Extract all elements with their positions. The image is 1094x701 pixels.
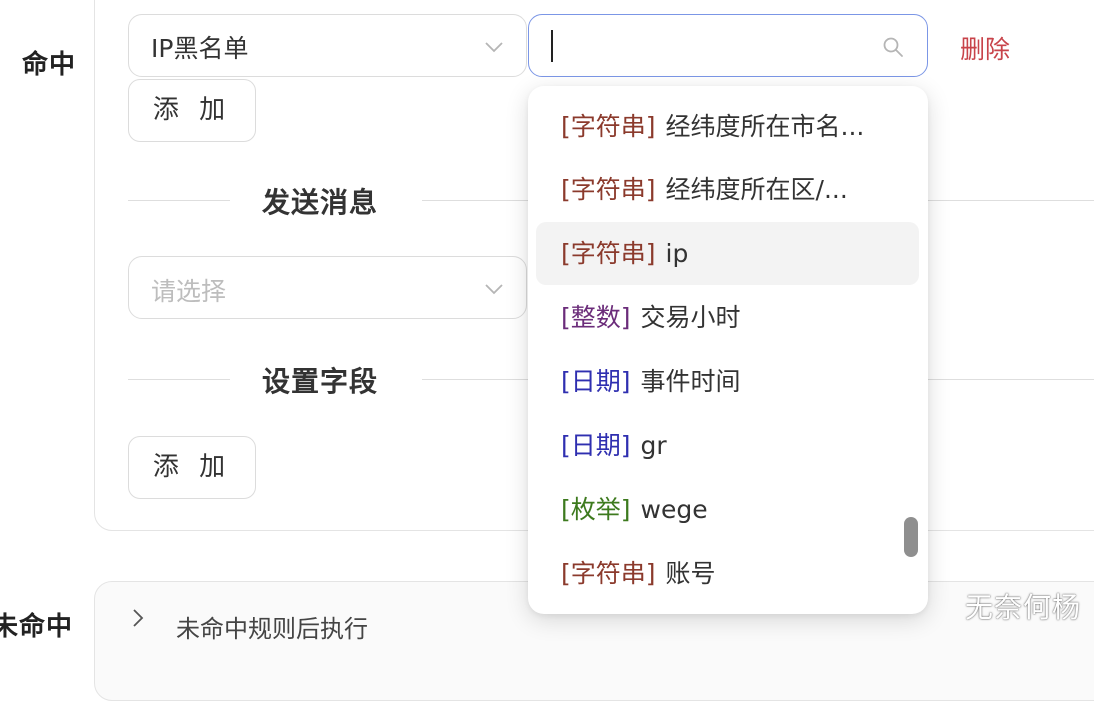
option-type-tag: [日期] bbox=[561, 431, 631, 460]
add-field-button[interactable]: 添 加 bbox=[128, 436, 256, 499]
option-type-tag: [字符串] bbox=[561, 559, 656, 588]
hit-label: 命中 bbox=[22, 50, 77, 80]
dropdown-option[interactable]: [字符串] 经纬度所在区/... bbox=[536, 158, 919, 221]
option-name: 事件时间 bbox=[640, 367, 741, 396]
condition-type-value: IP黑名单 bbox=[151, 34, 249, 63]
delete-condition-link[interactable]: 删除 bbox=[960, 30, 1010, 66]
option-type-tag: [字符串] bbox=[561, 175, 656, 204]
divider-left bbox=[128, 200, 230, 201]
condition-type-select[interactable]: IP黑名单 bbox=[128, 14, 527, 77]
chevron-down-icon bbox=[485, 42, 503, 53]
message-select[interactable]: 请选择 bbox=[128, 256, 527, 319]
option-name: wege bbox=[640, 495, 708, 524]
miss-label: 未命中 bbox=[0, 612, 74, 642]
add-condition-button[interactable]: 添 加 bbox=[128, 79, 256, 142]
option-name: gr bbox=[640, 431, 667, 460]
search-icon bbox=[883, 37, 903, 57]
chevron-down-icon bbox=[485, 284, 503, 295]
option-name: ip bbox=[665, 239, 689, 268]
dropdown-option[interactable]: [日期] 事件时间 bbox=[536, 350, 919, 413]
divider-left bbox=[128, 379, 230, 380]
option-name: 经纬度所在市名... bbox=[665, 112, 865, 141]
dropdown-option-active[interactable]: [字符串] ip bbox=[536, 222, 919, 285]
message-select-placeholder: 请选择 bbox=[151, 277, 227, 306]
option-name: 账号 bbox=[665, 559, 716, 588]
watermark: 无奈何杨 bbox=[965, 591, 1082, 624]
option-type-tag: [整数] bbox=[561, 303, 631, 332]
option-name: 经纬度所在区/... bbox=[665, 175, 848, 204]
dropdown-scrollbar[interactable] bbox=[904, 517, 918, 557]
field-dropdown: [字符串] 经纬度所在市名... [字符串] 经纬度所在区/... [字符串] ip … bbox=[528, 86, 928, 614]
dropdown-option[interactable]: [字符串] 经纬度所在市名... bbox=[536, 95, 919, 158]
set-fields-title: 设置字段 bbox=[262, 365, 379, 398]
field-search-field[interactable] bbox=[528, 14, 928, 77]
field-search-input[interactable] bbox=[555, 25, 879, 67]
dropdown-option[interactable]: [枚举] wege bbox=[536, 478, 919, 541]
option-type-tag: [字符串] bbox=[561, 112, 656, 141]
dropdown-option[interactable]: [整数] 交易小时 bbox=[536, 286, 919, 349]
option-name: 交易小时 bbox=[640, 303, 741, 332]
dropdown-option[interactable]: [日期] gr bbox=[536, 414, 919, 477]
text-caret bbox=[551, 30, 553, 62]
option-type-tag: [字符串] bbox=[561, 239, 656, 268]
option-type-tag: [日期] bbox=[561, 367, 631, 396]
option-type-tag: [枚举] bbox=[561, 495, 631, 524]
miss-panel-text: 未命中规则后执行 bbox=[176, 615, 368, 643]
dropdown-option[interactable]: [字符串] 账号 bbox=[536, 542, 919, 605]
chevron-right-icon[interactable] bbox=[126, 606, 150, 630]
send-message-title: 发送消息 bbox=[262, 186, 379, 219]
